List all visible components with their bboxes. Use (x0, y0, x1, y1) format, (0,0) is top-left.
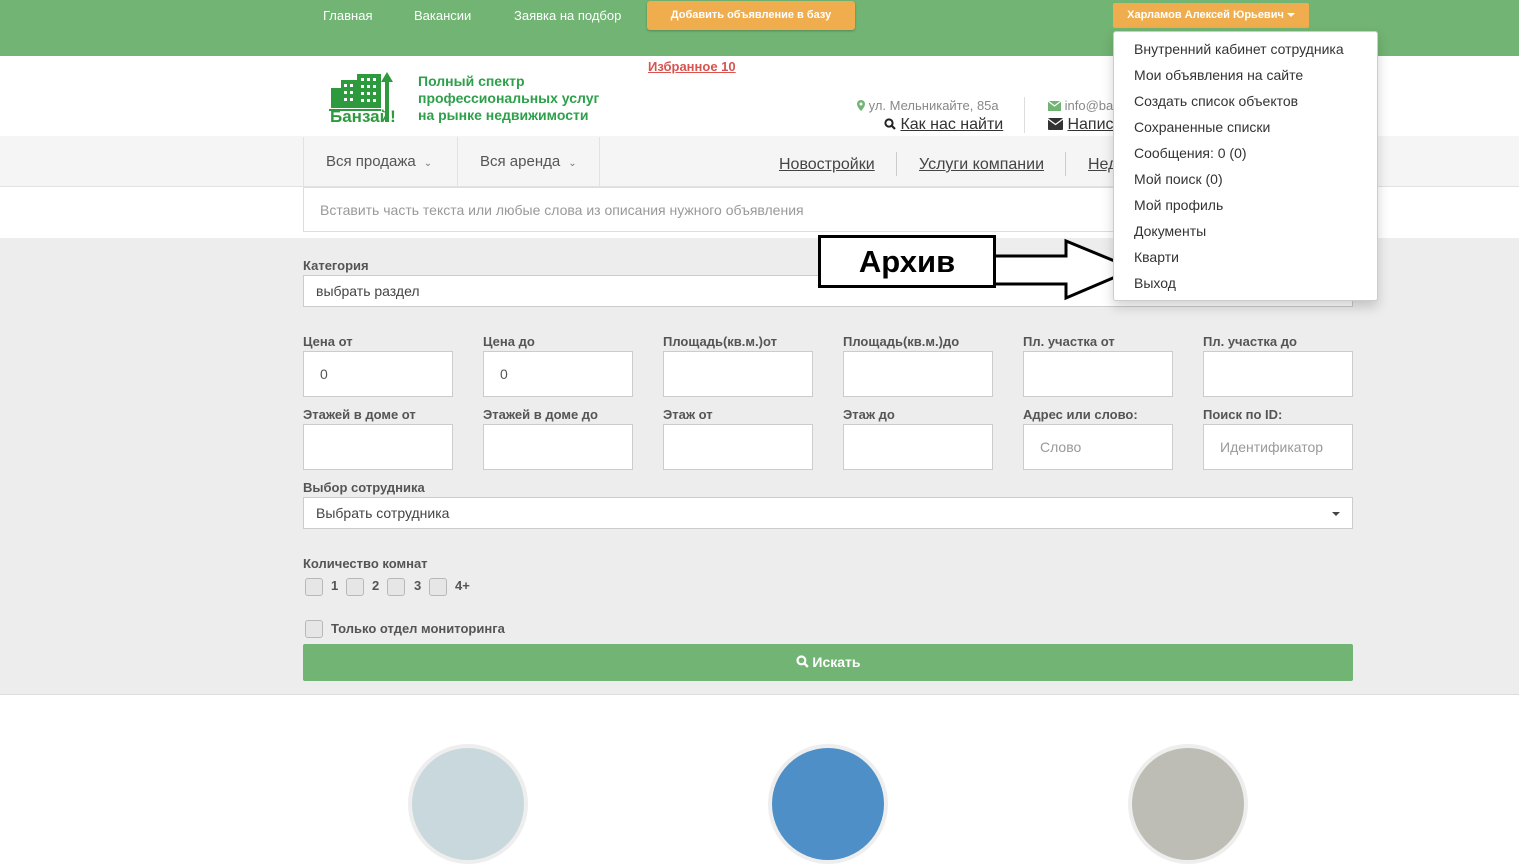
user-dropdown-menu: Внутренний кабинет сотрудника Мои объявл… (1113, 31, 1378, 301)
menu-label: Вся аренда (480, 153, 561, 170)
price-to-label: Цена до (483, 334, 535, 349)
menu-item-logout[interactable]: Выход (1134, 275, 1176, 291)
tagline-line: Полный спектр (418, 73, 525, 89)
rooms-checkbox-1[interactable] (305, 578, 323, 596)
rooms-checkbox-3[interactable] (387, 578, 405, 596)
menu-item-create-list[interactable]: Создать список объектов (1134, 93, 1298, 109)
user-menu-button[interactable]: Харламов Алексей Юрьевич (1113, 3, 1309, 28)
tagline-line: профессиональных услуг (418, 90, 600, 106)
envelope-icon (1047, 118, 1064, 130)
caret-down-icon (1286, 13, 1295, 18)
rooms-checkbox-4plus[interactable] (429, 578, 447, 596)
employee-select[interactable]: Выбрать сотрудника (303, 497, 1353, 529)
email: info@ba (1047, 98, 1114, 113)
menu-item-messages[interactable]: Сообщения: 0 (0) (1134, 145, 1247, 161)
area-to-label: Площадь(кв.м.)до (843, 334, 960, 349)
plot-to-label: Пл. участка до (1203, 334, 1297, 349)
email-text[interactable]: info@ba (1065, 98, 1114, 113)
search-button[interactable]: Искать (303, 644, 1353, 681)
add-listing-button[interactable]: Добавить объявление в базу (647, 1, 855, 30)
menu-label: Вся продажа (326, 153, 416, 170)
search-icon (795, 655, 809, 668)
favorites-link[interactable]: Избранное 10 (648, 59, 736, 74)
divider (896, 152, 897, 176)
caret-down-icon (1332, 512, 1340, 516)
category-image-circle[interactable] (768, 744, 888, 864)
menu-item-saved-lists[interactable]: Сохраненные списки (1134, 119, 1270, 135)
address-text: ул. Мельникайте, 85а (868, 98, 999, 113)
menu-item-my-listings[interactable]: Мои объявления на сайте (1134, 67, 1303, 83)
floor-from-label: Этаж от (663, 407, 713, 422)
address-word-label: Адрес или слово: (1023, 407, 1138, 422)
floors-to-label: Этажей в доме до (483, 407, 599, 422)
address: ул. Мельникайте, 85а (857, 98, 999, 113)
employee-select-value: Выбрать сотрудника (316, 505, 450, 521)
menu-item-my-search[interactable]: Мой поиск (0) (1134, 171, 1223, 187)
menu-item-apartments[interactable]: Кварти (1134, 249, 1179, 265)
find-us[interactable]: Как нас найти (884, 116, 1003, 134)
menu-all-rent[interactable]: Вся аренда ⌄ (457, 137, 600, 186)
tagline-line: на рынке недвижимости (418, 107, 589, 123)
floors-from-input[interactable] (303, 424, 453, 470)
company-tagline: Полный спектр профессиональных услуг на … (418, 73, 658, 124)
floors-from-label: Этажей в доме от (303, 407, 416, 422)
employee-label: Выбор сотрудника (303, 480, 425, 495)
rooms-option-label: 2 (372, 578, 380, 593)
write-us[interactable]: Напис (1047, 116, 1114, 134)
nav-vacancies[interactable]: Вакансии (414, 8, 471, 23)
category-image-circle[interactable] (1128, 744, 1248, 864)
menu-item-internal-cabinet[interactable]: Внутренний кабинет сотрудника (1134, 41, 1344, 57)
rooms-option-label: 1 (331, 578, 339, 593)
monitoring-label: Только отдел мониторинга (331, 621, 505, 636)
annotation-archive-label: Архив (818, 235, 996, 288)
search-button-label: Искать (812, 654, 861, 670)
nav-selection-request[interactable]: Заявка на подбор (514, 8, 621, 23)
rooms-option-label: 4+ (455, 578, 470, 593)
floor-to-label: Этаж до (843, 407, 895, 422)
price-from-label: Цена от (303, 334, 353, 349)
divider (1024, 97, 1025, 133)
rooms-label: Количество комнат (303, 556, 428, 571)
plot-from-input[interactable] (1023, 351, 1173, 397)
address-word-input[interactable]: Слово (1023, 424, 1173, 470)
envelope-icon (1047, 100, 1062, 111)
menu-new-buildings[interactable]: Новостройки (779, 156, 875, 174)
id-search-label: Поиск по ID: (1203, 407, 1283, 422)
chevron-down-icon: ⌄ (568, 158, 577, 169)
floor-from-input[interactable] (663, 424, 813, 470)
chevron-down-icon: ⌄ (423, 158, 433, 169)
plot-from-label: Пл. участка от (1023, 334, 1115, 349)
map-marker-icon (857, 100, 865, 111)
nav-home[interactable]: Главная (323, 8, 372, 23)
user-name: Харламов Алексей Юрьевич (1127, 9, 1284, 21)
area-from-input[interactable] (663, 351, 813, 397)
menu-all-sale[interactable]: Вся продажа ⌄ (303, 137, 457, 186)
price-from-input[interactable]: 0 (303, 351, 453, 397)
area-from-label: Площадь(кв.м.)от (663, 334, 777, 349)
menu-item-documents[interactable]: Документы (1134, 223, 1206, 239)
floor-to-input[interactable] (843, 424, 993, 470)
plot-to-input[interactable] (1203, 351, 1353, 397)
area-to-input[interactable] (843, 351, 993, 397)
find-us-link[interactable]: Как нас найти (900, 116, 1003, 133)
write-us-link[interactable]: Напис (1067, 116, 1113, 133)
menu-company-services[interactable]: Услуги компании (919, 156, 1044, 174)
monitoring-checkbox[interactable] (305, 620, 323, 638)
rooms-option-label: 3 (414, 578, 422, 593)
divider (1065, 152, 1066, 176)
floors-to-input[interactable] (483, 424, 633, 470)
search-icon (884, 118, 896, 130)
price-to-input[interactable]: 0 (483, 351, 633, 397)
id-search-input[interactable]: Идентификатор (1203, 424, 1353, 470)
category-label: Категория (303, 258, 369, 273)
menu-item-my-profile[interactable]: Мой профиль (1134, 197, 1223, 213)
category-image-circle[interactable] (408, 744, 528, 864)
rooms-checkbox-2[interactable] (346, 578, 364, 596)
logo-text[interactable]: Банзай! (330, 107, 396, 127)
